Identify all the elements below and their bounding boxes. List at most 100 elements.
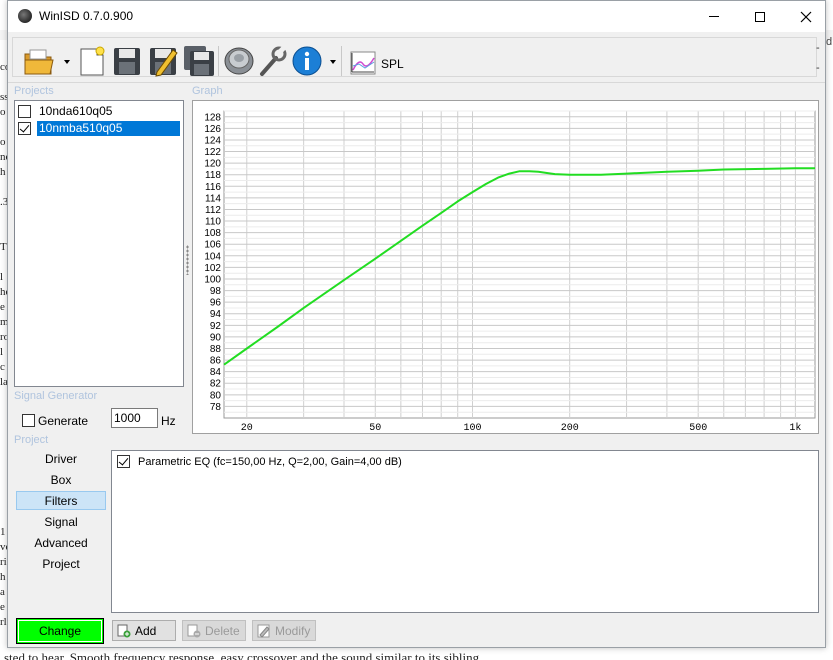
y-tick-label: 98 [210,286,222,297]
y-tick-label: 120 [204,159,221,170]
title-bar: WinISD 0.7.0.900 [8,1,825,32]
close-icon [800,11,812,22]
delete-icon [187,624,201,637]
settings-button[interactable] [257,44,289,78]
project-label[interactable]: 10nda610q05 [37,104,114,119]
save-as-button[interactable] [147,44,179,78]
graph-group-label: Graph [192,85,223,97]
spl-label[interactable]: SPL [381,57,404,71]
y-tick-label: 84 [210,367,222,378]
y-tick-label: 102 [204,263,221,274]
y-tick-label: 116 [205,182,221,193]
info-icon [292,46,322,76]
frequency-input[interactable] [111,408,158,428]
toolbar-separator [341,46,342,76]
toolbar-dash-bottom: - [816,62,820,74]
y-tick-label: 90 [210,332,222,343]
new-button[interactable] [75,44,107,78]
toolbar-separator [218,46,219,76]
add-label: Add [135,623,157,638]
spl-graph: 78 80 82 84 86 88 90 92 94 96 98 100 102 104 106 108 110… [192,100,819,434]
maximize-icon [755,11,765,22]
y-tick-label: 114 [205,193,221,204]
delete-label: Delete [205,623,240,638]
nav-driver[interactable]: Driver [16,450,106,469]
y-tick-label: 96 [210,298,222,309]
spl-chart: 7880828486889092949698 100 102104106108110… [204,110,816,433]
save-all-icon [184,46,214,76]
project-item[interactable]: 10nmba510q05 [18,119,181,137]
nav-signal[interactable]: Signal [16,513,106,532]
info-dropdown-arrow[interactable] [330,60,336,64]
y-tick-label: 82 [210,379,222,390]
close-button[interactable] [783,1,829,32]
filter-checkbox[interactable] [117,455,130,468]
y-tick-label: 104 [204,251,221,262]
generate-label[interactable]: Generate [38,414,88,428]
filter-label[interactable]: Parametric EQ (fc=150,00 Hz, Q=2,00, Gai… [138,456,402,468]
projects-list: 10nda610q05 10nmba510q05 [14,100,184,387]
modify-label: Modify [275,623,311,638]
project-group-label: Project [14,434,49,446]
modify-button[interactable]: Modify [252,620,316,641]
change-button[interactable]: Change [16,618,104,644]
y-tick-label: 126 [204,124,221,135]
y-tick-label: 78 [210,402,222,413]
x-tick-label: 500 [689,423,707,433]
x-tick-label: 20 [241,423,253,433]
open-folder-icon [24,49,54,75]
x-tick-label: 100 [463,423,481,433]
y-tick-label: 110 [205,217,221,228]
y-tick-label: 106 [204,240,221,251]
y-tick-label: 122 [204,147,221,158]
y-tick-label: 92 [210,321,222,332]
delete-button[interactable]: Delete [182,620,246,641]
driver-icon [224,47,254,75]
filters-list: Parametric EQ (fc=150,00 Hz, Q=2,00, Gai… [111,450,819,613]
background-right-text: d: [826,36,833,48]
open-dropdown-arrow[interactable] [64,60,70,64]
splitter-handle[interactable] [186,245,189,275]
add-button[interactable]: Add [112,620,176,641]
maximize-button[interactable] [737,1,783,32]
nav-project[interactable]: Project [16,555,106,574]
y-tick-label: 128 [204,112,221,123]
y-tick-label: 108 [204,228,221,239]
info-button[interactable] [291,44,323,78]
app-logo-icon [18,9,32,23]
generate-checkbox[interactable] [22,414,35,427]
y-tick-label: 112 [205,205,221,216]
filter-item[interactable]: Parametric EQ (fc=150,00 Hz, Q=2,00, Gai… [117,455,402,468]
nav-advanced[interactable]: Advanced [16,534,106,553]
app-window: WinISD 0.7.0.900 SPL - - Projects Graph … [7,0,826,648]
y-tick-label: 80 [210,390,222,401]
y-tick-label: 118 [205,170,221,181]
project-item[interactable]: 10nda610q05 [18,103,114,119]
save-as-icon [150,48,178,77]
y-tick-label: 88 [210,344,222,355]
x-tick-label: 200 [561,423,579,433]
y-tick-label: 86 [210,356,222,367]
x-tick-label: 50 [369,423,381,433]
y-tick-label: 124 [204,135,221,146]
driver-button[interactable] [223,44,255,78]
open-button[interactable] [23,44,55,78]
save-all-button[interactable] [183,44,215,78]
save-icon [114,48,140,75]
background-bottom-text: sted to hear. Smooth frequency response,… [4,650,483,660]
nav-filters[interactable]: Filters [16,491,106,510]
project-checkbox[interactable] [18,104,31,118]
toolbar-dash-top: - [816,42,820,54]
signal-generator-group-label: Signal Generator [14,390,98,402]
modify-icon [257,624,270,638]
window-title: WinISD 0.7.0.900 [39,9,134,23]
projects-group-label: Projects [14,85,54,97]
spl-button[interactable] [347,44,379,78]
y-tick-label: 94 [210,309,222,320]
nav-box[interactable]: Box [16,471,106,490]
project-checkbox[interactable] [18,121,31,135]
toolbar: SPL - - [8,33,825,83]
minimize-button[interactable] [691,1,737,32]
project-label[interactable]: 10nmba510q05 [36,119,181,137]
save-button[interactable] [111,44,143,78]
